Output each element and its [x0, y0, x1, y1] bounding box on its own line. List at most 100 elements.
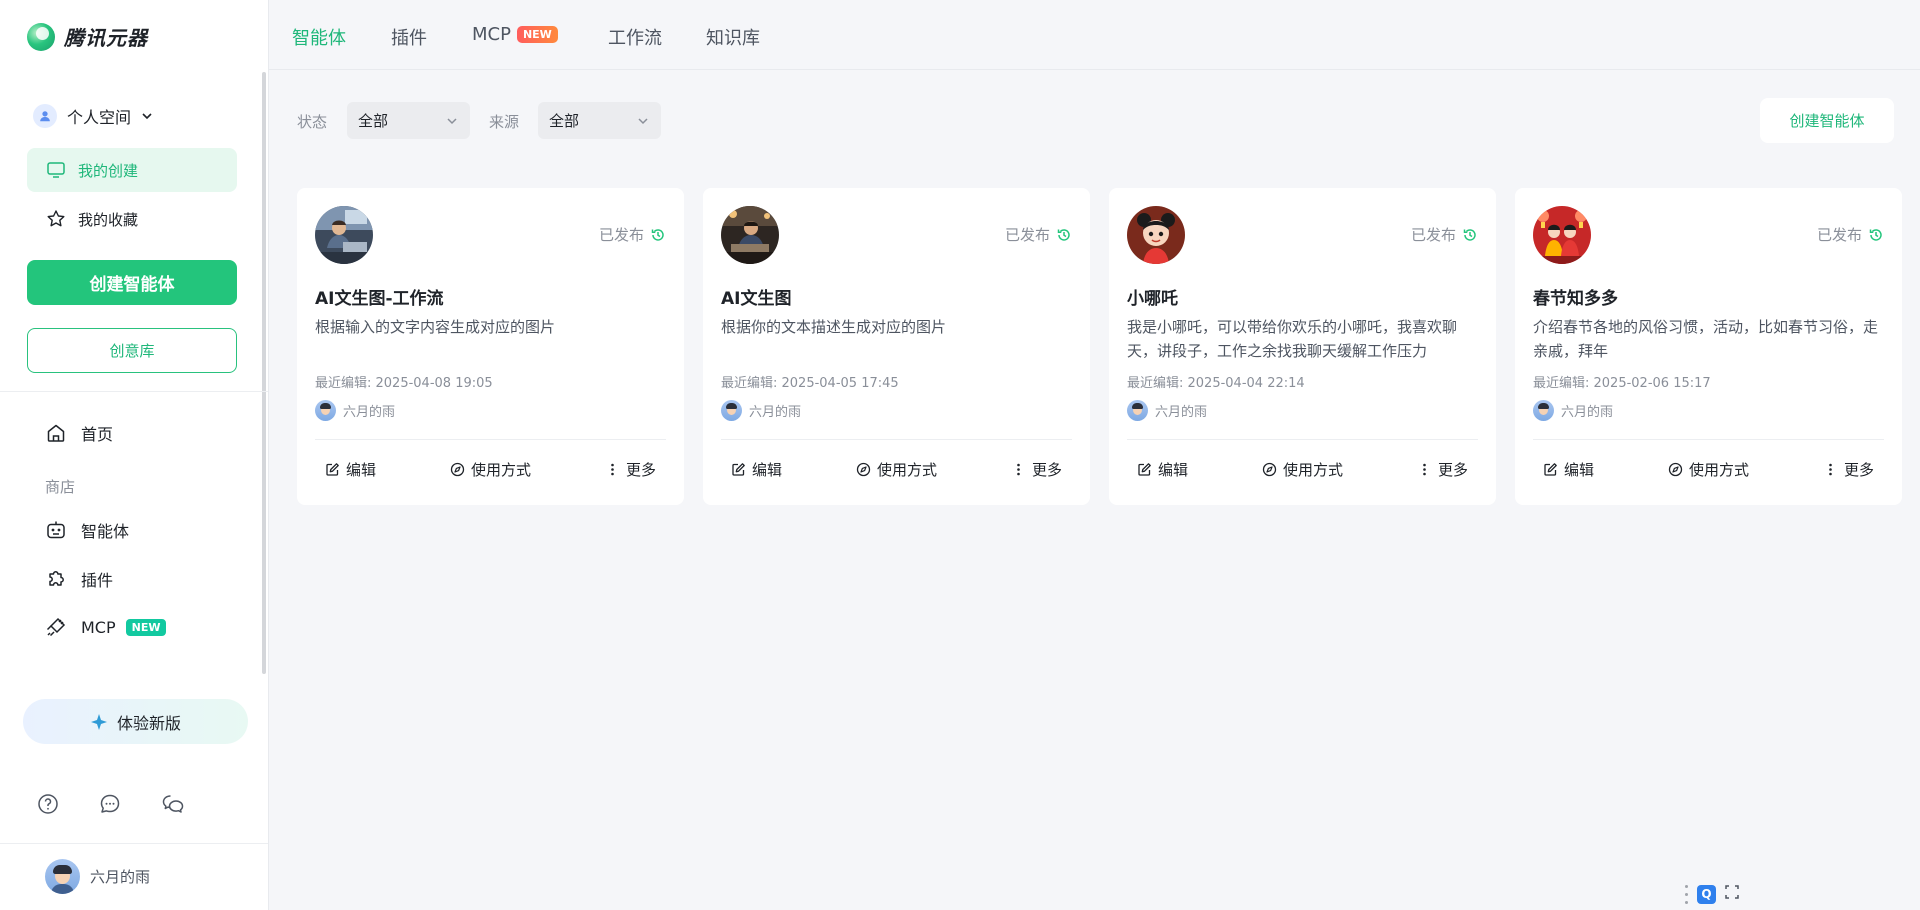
- sidebar-item-my-creations[interactable]: 我的创建: [27, 148, 237, 192]
- sidebar-item-label: 插件: [81, 571, 114, 590]
- edit-button[interactable]: 编辑: [1543, 459, 1594, 480]
- action-label: 使用方式: [1688, 460, 1749, 479]
- action-label: 编辑: [752, 460, 783, 479]
- app-logo[interactable]: 腾讯元器: [27, 22, 148, 51]
- agent-author: 六月的雨: [1127, 400, 1207, 421]
- usage-button[interactable]: 使用方式: [1668, 459, 1749, 480]
- source-filter-select[interactable]: 全部: [538, 102, 661, 139]
- floating-toolbar: Q: [1685, 884, 1740, 904]
- compass-icon: [1262, 462, 1277, 476]
- agent-author: 六月的雨: [315, 400, 395, 421]
- edit-button[interactable]: 编辑: [731, 459, 782, 480]
- more-button[interactable]: 更多: [1417, 459, 1468, 480]
- create-agent-button[interactable]: 创建智能体: [27, 260, 237, 305]
- select-value: 全部: [549, 112, 580, 130]
- plug-connector-icon: [46, 617, 66, 637]
- sidebar-item-mcp[interactable]: MCP NEW: [45, 616, 167, 638]
- try-new-version-button[interactable]: 体验新版: [23, 699, 248, 744]
- store-section-label: 商店: [45, 478, 76, 496]
- tab-label: 工作流: [608, 28, 662, 49]
- usage-button[interactable]: 使用方式: [450, 459, 531, 480]
- logo-icon: [27, 22, 55, 51]
- sidebar-item-label: 智能体: [81, 522, 130, 541]
- space-selector[interactable]: 个人空间: [33, 104, 153, 128]
- q-assistant-button[interactable]: Q: [1697, 884, 1716, 904]
- agent-description: 根据输入的文字内容生成对应的图片: [315, 318, 556, 336]
- chevron-down-icon: [447, 118, 457, 125]
- compass-icon: [450, 462, 465, 476]
- agent-avatar: [721, 206, 779, 264]
- home-icon: [47, 424, 65, 442]
- star-icon: [47, 210, 65, 227]
- monitor-icon: [47, 162, 65, 178]
- author-name: 六月的雨: [1561, 405, 1614, 420]
- status-text: 已发布: [598, 226, 644, 244]
- last-edited-time: 最近编辑: 2025-04-05 17:45: [721, 376, 899, 391]
- more-vertical-icon: [1829, 463, 1832, 475]
- more-button[interactable]: 更多: [1823, 459, 1874, 480]
- sidebar-item-label: MCP: [81, 617, 116, 637]
- help-icon[interactable]: [36, 792, 60, 816]
- tab-agents[interactable]: 智能体: [292, 24, 346, 50]
- scan-icon[interactable]: [1724, 884, 1740, 904]
- edit-button[interactable]: 编辑: [325, 459, 376, 480]
- agent-avatar: [1127, 206, 1185, 264]
- agent-card[interactable]: 已发布 小哪吒 我是小哪吒，可以带给你欢乐的小哪吒，我喜欢聊天，讲段子，工作之余…: [1109, 188, 1496, 505]
- action-label: 使用方式: [876, 460, 937, 479]
- avatar: [1533, 400, 1554, 421]
- tab-workflow[interactable]: 工作流: [608, 24, 662, 50]
- action-label: 更多: [1031, 460, 1062, 479]
- avatar: [315, 400, 336, 421]
- action-label: 更多: [1843, 460, 1874, 479]
- history-icon: [1463, 228, 1476, 241]
- agent-card[interactable]: 已发布 AI文生图 根据你的文本描述生成对应的图片 最近编辑: 2025-04-…: [703, 188, 1090, 505]
- agent-card[interactable]: 已发布 AI文生图-工作流 根据输入的文字内容生成对应的图片 最近编辑: 202…: [297, 188, 684, 505]
- drag-handle-icon[interactable]: [1685, 884, 1689, 904]
- user-icon: [33, 104, 57, 128]
- edit-button[interactable]: 编辑: [1137, 459, 1188, 480]
- tab-knowledge-base[interactable]: 知识库: [706, 24, 760, 50]
- agent-card[interactable]: 已发布 春节知多多 介绍春节各地的风俗习惯，活动，比如春节习俗，走亲戚，拜年 最…: [1515, 188, 1902, 505]
- more-vertical-icon: [1017, 463, 1020, 475]
- edit-icon: [732, 462, 745, 476]
- sidebar-item-agents[interactable]: 智能体: [45, 518, 129, 542]
- agent-title: AI文生图: [721, 289, 792, 309]
- usage-button[interactable]: 使用方式: [856, 459, 937, 480]
- author-name: 六月的雨: [1155, 405, 1208, 420]
- more-button[interactable]: 更多: [1011, 459, 1062, 480]
- user-profile[interactable]: 六月的雨: [45, 859, 150, 894]
- avatar: [721, 400, 742, 421]
- agent-author: 六月的雨: [1533, 400, 1613, 421]
- status-text: 已发布: [1004, 226, 1050, 244]
- status-filter-select[interactable]: 全部: [347, 102, 470, 139]
- robot-icon: [47, 521, 65, 539]
- tab-plugins[interactable]: 插件: [391, 24, 427, 50]
- more-button[interactable]: 更多: [605, 459, 656, 480]
- sidebar-item-my-favorites[interactable]: 我的收藏: [27, 197, 237, 241]
- tab-label: 知识库: [706, 28, 760, 49]
- card-actions: 编辑 使用方式 更多: [1533, 452, 1884, 486]
- more-vertical-icon: [1423, 463, 1426, 475]
- tab-mcp[interactable]: MCP NEW: [472, 24, 558, 45]
- edit-icon: [326, 462, 339, 476]
- avatar: [1127, 400, 1148, 421]
- chat-icon[interactable]: [161, 792, 185, 816]
- edit-icon: [1544, 462, 1557, 476]
- sidebar-item-plugins[interactable]: 插件: [45, 567, 113, 591]
- history-icon: [1057, 228, 1070, 241]
- usage-button[interactable]: 使用方式: [1262, 459, 1343, 480]
- idea-library-button[interactable]: 创意库: [27, 328, 237, 373]
- action-label: 使用方式: [1282, 460, 1343, 479]
- sidebar-scrollbar[interactable]: [262, 72, 266, 674]
- last-edited-time: 最近编辑: 2025-04-08 19:05: [315, 376, 493, 391]
- tab-label: 智能体: [292, 28, 346, 49]
- create-agent-top-button[interactable]: 创建智能体: [1760, 98, 1894, 143]
- sidebar-bottom-divider: [0, 843, 268, 844]
- publish-status: 已发布: [1411, 224, 1478, 245]
- agent-description: 我是小哪吒，可以带给你欢乐的小哪吒，我喜欢聊天，讲段子，工作之余找我聊天缓解工作…: [1127, 318, 1458, 360]
- message-icon[interactable]: [98, 792, 122, 816]
- new-badge: NEW: [516, 26, 558, 43]
- card-divider: [1127, 439, 1478, 440]
- sidebar-item-home[interactable]: 首页: [45, 421, 113, 445]
- agent-description: 根据你的文本描述生成对应的图片: [721, 318, 947, 336]
